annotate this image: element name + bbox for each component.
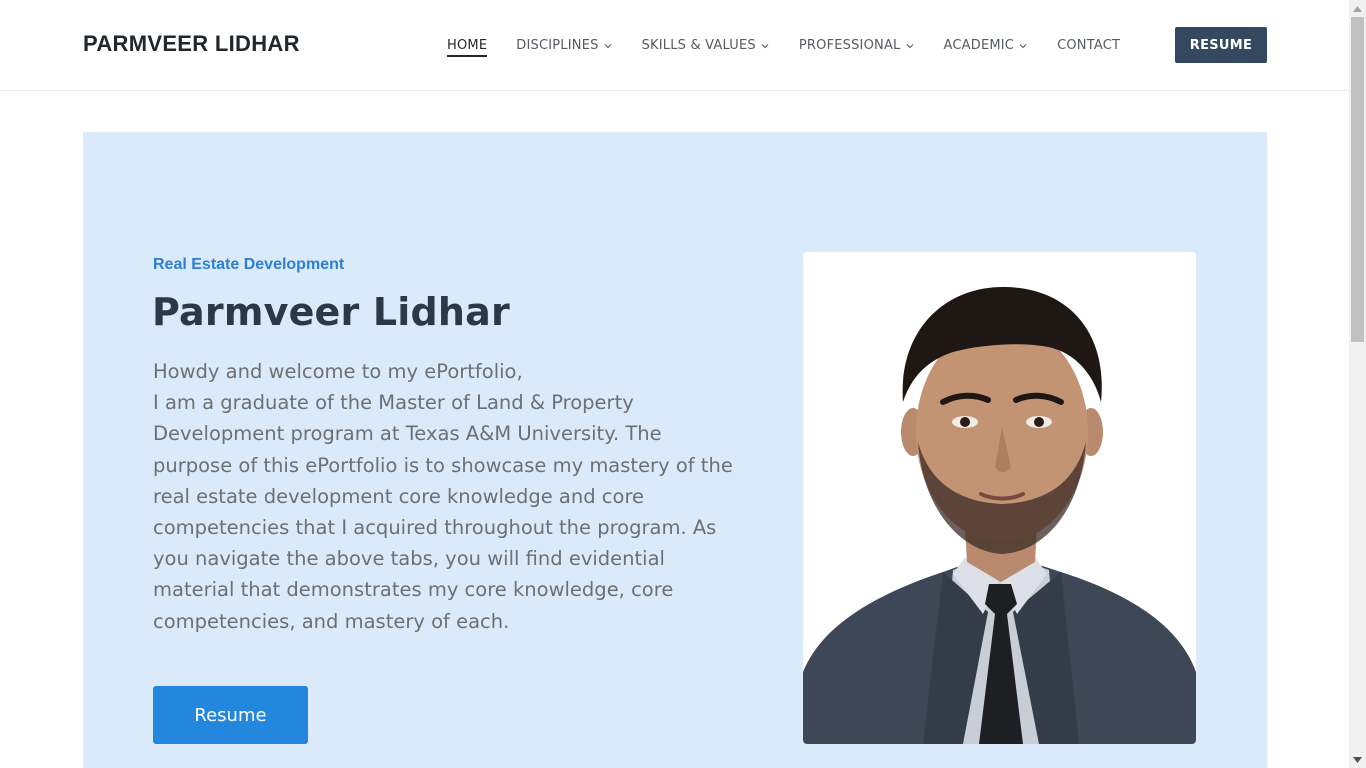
portrait-photo xyxy=(803,252,1196,744)
chevron-down-icon xyxy=(906,43,913,48)
main-nav: HOME DISCIPLINES SKILLS & VALUES PROFESS… xyxy=(447,0,1149,90)
hero-section: Real Estate Development Parmveer Lidhar … xyxy=(83,132,1267,768)
scroll-up-icon[interactable] xyxy=(1349,0,1366,17)
portrait-illustration xyxy=(803,252,1196,744)
resume-button[interactable]: Resume xyxy=(153,686,308,744)
site-brand[interactable]: PARMVEER LIDHAR xyxy=(83,31,300,57)
nav-item-label: ACADEMIC xyxy=(943,37,1015,53)
hero-intro: Howdy and welcome to my ePortfolio, I am… xyxy=(153,356,733,637)
nav-item-academic[interactable]: ACADEMIC xyxy=(944,0,1029,90)
nav-item-disciplines[interactable]: DISCIPLINES xyxy=(516,0,612,90)
intro-body: I am a graduate of the Master of Land & … xyxy=(153,391,733,633)
nav-item-contact[interactable]: CONTACT xyxy=(1057,0,1120,90)
nav-item-professional[interactable]: PROFESSIONAL xyxy=(799,0,915,90)
intro-greeting: Howdy and welcome to my ePortfolio, xyxy=(153,360,523,383)
chevron-down-icon xyxy=(761,43,769,48)
nav-item-home[interactable]: HOME xyxy=(447,0,488,90)
chevron-down-icon xyxy=(1019,43,1027,48)
nav-item-label: SKILLS & VALUES xyxy=(641,37,756,53)
nav-item-label: CONTACT xyxy=(1057,37,1121,53)
nav-item-label: PROFESSIONAL xyxy=(798,37,901,53)
hero-title: Parmveer Lidhar xyxy=(152,290,510,334)
scrollbar-thumb[interactable] xyxy=(1351,17,1364,342)
nav-item-label: HOME xyxy=(447,37,488,53)
nav-item-label: DISCIPLINES xyxy=(516,37,599,53)
chevron-down-icon xyxy=(604,43,611,48)
page-scrollbar[interactable] xyxy=(1349,0,1366,768)
site-header: PARMVEER LIDHAR HOME DISCIPLINES SKILLS … xyxy=(0,0,1349,91)
resume-nav-button[interactable]: RESUME xyxy=(1175,27,1267,63)
hero-eyebrow: Real Estate Development xyxy=(153,256,345,273)
nav-item-skills-values[interactable]: SKILLS & VALUES xyxy=(642,0,770,90)
scroll-down-icon[interactable] xyxy=(1349,751,1366,768)
